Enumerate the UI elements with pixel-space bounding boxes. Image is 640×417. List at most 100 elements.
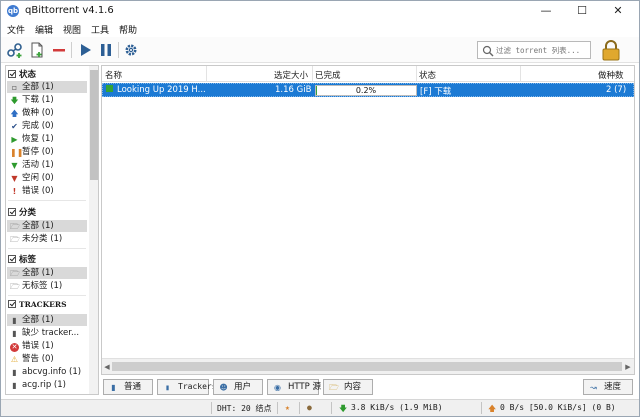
tags-section-checkbox[interactable] (8, 255, 16, 263)
search-input[interactable] (496, 43, 588, 57)
sidebar-scrollbar-thumb[interactable] (90, 70, 98, 180)
sidebar-item-inactive[interactable]: ▼ 空闲 (0) (7, 172, 87, 184)
add-torrent-file-icon[interactable] (28, 41, 46, 59)
close-icon[interactable]: ✕ (603, 1, 633, 21)
column-separator[interactable] (520, 66, 521, 82)
column-header-name[interactable]: 名称 (105, 69, 122, 81)
sidebar-item-resumed[interactable]: ▶ 恢复 (1) (7, 133, 87, 145)
scroll-left-icon[interactable]: ◀ (103, 361, 111, 373)
table-horizontal-scrollbar[interactable]: ◀ ▶ (102, 358, 634, 374)
window-title: qBittorrent v4.1.6 (25, 5, 114, 16)
upload-speed-icon: 🡅 (488, 404, 497, 413)
sidebar-item-label: 恢复 (1) (22, 134, 54, 144)
status-section-title: 状态 (19, 70, 37, 80)
column-separator[interactable] (416, 66, 417, 82)
section-divider (8, 200, 86, 201)
torrent-status: [F] 下载 (420, 87, 452, 97)
column-header-progress[interactable]: 已完成 (315, 69, 341, 81)
resume-play-icon[interactable] (76, 41, 94, 59)
sidebar-scrollbar[interactable] (89, 66, 98, 394)
sidebar-item-tracker-acgrip[interactable]: ▮ acg.rip (1) (7, 379, 87, 391)
trackers-section-checkbox[interactable] (8, 300, 16, 308)
tab-label: 速度 (604, 382, 622, 392)
filter-icon: ▼ (11, 161, 18, 170)
menu-edit[interactable]: 编辑 (35, 23, 53, 36)
category-section-header[interactable]: 分类 (8, 206, 36, 218)
sidebar-item-seeding[interactable]: 🡅 做种 (0) (7, 107, 87, 119)
search-icon (482, 45, 494, 57)
sidebar-item-tracker-warning[interactable]: ⚠ 警告 (0) (7, 353, 87, 365)
menu-help[interactable]: 帮助 (119, 23, 137, 36)
sidebar-item-label: 缺少 tracker... (22, 328, 80, 338)
menu-file[interactable]: 文件 (7, 23, 25, 36)
column-header-size[interactable]: 选定大小 (274, 69, 308, 81)
connection-status-icon[interactable]: ● (307, 403, 312, 412)
column-header-status[interactable]: 状态 (419, 69, 436, 81)
sidebar-item-label: 全部 (1) (22, 82, 54, 92)
sidebar-item-tracker-all[interactable]: ▮ 全部 (1) (7, 314, 87, 326)
add-torrent-link-icon[interactable] (6, 41, 24, 59)
torrent-progress-bar: 0.2% (315, 85, 417, 96)
sidebar-item-label: 暂停 (0) (22, 147, 54, 157)
status-section-checkbox[interactable] (8, 70, 16, 78)
play-icon: ▶ (11, 135, 18, 144)
remove-torrent-icon[interactable] (50, 41, 68, 59)
status-separator (277, 402, 278, 414)
tab-peers[interactable]: ☻ 用户 (213, 379, 263, 395)
tags-section-title: 标签 (19, 255, 37, 265)
server-icon: ▮ (12, 368, 17, 377)
sidebar-item-label: 错误 (1) (22, 341, 54, 351)
tab-trackers[interactable]: ▮ Trackers (157, 379, 217, 395)
sidebar-item-status-all[interactable]: ▫ 全部 (1) (7, 81, 87, 93)
sidebar-item-untagged[interactable]: 🗁 无标签 (1) (7, 280, 87, 292)
menu-tools[interactable]: 工具 (91, 23, 109, 36)
search-box[interactable] (477, 41, 591, 59)
table-row[interactable]: Looking Up 2019 H... 1.16 GiB 0.2% [F] 下… (102, 83, 634, 97)
downloading-status-icon (106, 85, 113, 92)
sidebar-item-completed[interactable]: ✔ 完成 (0) (7, 120, 87, 132)
table-scrollbar-thumb[interactable] (112, 362, 622, 371)
sidebar-item-label: 未分类 (1) (22, 234, 63, 244)
server-icon: ▮ (12, 316, 17, 325)
sidebar-item-paused[interactable]: ❚❚暂停 (0) (7, 146, 87, 158)
download-speed[interactable]: 3.8 KiB/s (1.9 MiB) (351, 403, 443, 412)
all-filter-icon: ▫ (11, 83, 18, 92)
menu-view[interactable]: 视图 (63, 23, 81, 36)
tab-content[interactable]: 🗁 内容 (323, 379, 373, 395)
speed-chart-icon: ↝ (590, 383, 597, 392)
title-bar[interactable]: qb qBittorrent v4.1.6 — ☐ ✕ (1, 1, 639, 21)
server-icon: ▮ (12, 329, 17, 338)
checkmark-icon: ✔ (11, 122, 18, 131)
scroll-right-icon[interactable]: ▶ (624, 361, 632, 373)
sidebar-item-uncategorized[interactable]: 🗁 未分类 (1) (7, 233, 87, 245)
sidebar-item-category-all[interactable]: 🗁 全部 (1) (7, 220, 87, 232)
tab-label: 普通 (124, 382, 142, 392)
trackers-section-header[interactable]: TRACKERS (8, 300, 67, 312)
sidebar-item-active[interactable]: ▼ 活动 (1) (7, 159, 87, 171)
column-header-seeds[interactable]: 做种数 (598, 69, 624, 81)
filter-sidebar: 状态 ▫ 全部 (1) 🡇 下载 (1) 🡅 做种 (0) ✔ 完成 (0) ▶ 恢复 (… (5, 65, 99, 395)
tab-general[interactable]: ▮ 普通 (103, 379, 153, 395)
sidebar-item-trackerless[interactable]: ▮ 缺少 tracker... (7, 327, 87, 339)
tags-section-header[interactable]: 标签 (8, 253, 36, 265)
category-section-checkbox[interactable] (8, 208, 16, 216)
alt-speed-icon[interactable]: ★ (285, 403, 290, 412)
lock-icon[interactable] (599, 39, 623, 61)
column-separator[interactable] (312, 66, 313, 82)
gear-icon[interactable] (122, 41, 140, 59)
sidebar-item-tracker-abcvg[interactable]: ▮ abcvg.info (1) (7, 366, 87, 378)
status-section-header[interactable]: 状态 (8, 68, 36, 80)
maximize-icon[interactable]: ☐ (567, 1, 597, 21)
upload-speed[interactable]: 0 B/s [50.0 KiB/s] (0 B) (500, 403, 616, 412)
info-icon: ▮ (111, 383, 116, 392)
column-separator[interactable] (206, 66, 207, 82)
sidebar-item-tracker-error[interactable]: ✕ 错误 (1) (7, 340, 87, 352)
sidebar-item-tag-all[interactable]: 🗁 全部 (1) (7, 267, 87, 279)
tab-speed[interactable]: ↝ 速度 (583, 379, 633, 395)
sidebar-item-errored[interactable]: ! 错误 (0) (7, 185, 87, 197)
tab-http-sources[interactable]: ◉ HTTP 源 (267, 379, 321, 395)
sidebar-item-downloading[interactable]: 🡇 下载 (1) (7, 94, 87, 106)
tab-label: 内容 (344, 382, 362, 392)
pause-icon[interactable] (97, 41, 115, 59)
minimize-icon[interactable]: — (531, 1, 561, 21)
